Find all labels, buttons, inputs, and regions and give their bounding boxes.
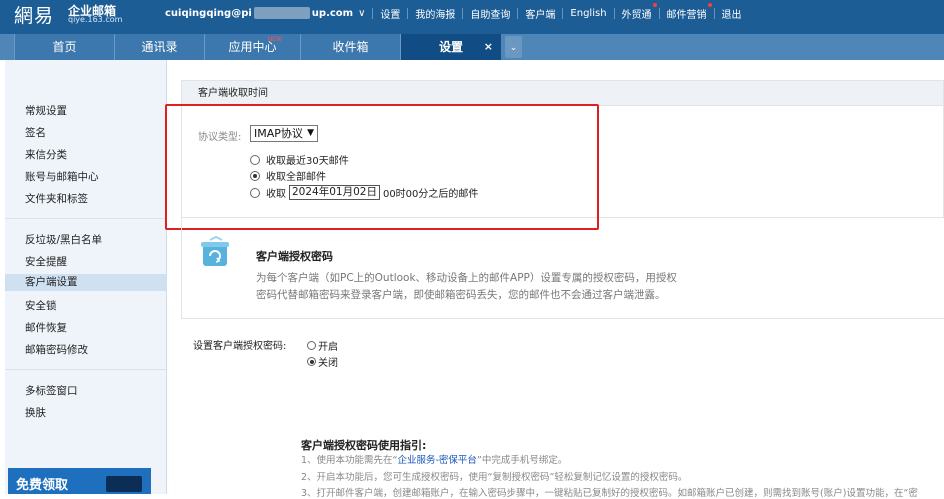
auth-code-title: 客户端授权密码	[256, 250, 333, 263]
highlight-annotation	[165, 104, 599, 230]
nav-client[interactable]: 客户端	[525, 6, 555, 21]
sidebar-item-security-alert[interactable]: 安全提醒	[25, 254, 67, 269]
tab-app-center[interactable]: 应用中心 NEW	[204, 34, 300, 60]
sidebar-item-spam[interactable]: 反垃圾/黑白名单	[25, 232, 102, 247]
sidebar-item-client-settings[interactable]: 客户端设置	[5, 274, 167, 291]
account-email-prefix: cuiqingqing@pi	[165, 7, 252, 19]
nav-foreign-trade-label: 外贸通	[621, 9, 652, 21]
sidebar-item-general[interactable]: 常规设置	[25, 103, 67, 118]
tab-settings[interactable]: 设置 ×	[400, 34, 501, 60]
client-receive-section-title: 客户端收取时间	[181, 80, 944, 106]
tab-home[interactable]: 首页	[14, 34, 114, 60]
recycle-box-icon	[201, 236, 229, 266]
promo-label: 免费领取	[16, 478, 69, 493]
tab-inbox[interactable]: 收件箱	[300, 34, 400, 60]
sidebar-item-password[interactable]: 邮箱密码修改	[25, 342, 88, 357]
radio-icon	[307, 341, 316, 350]
auth-code-on-label: 开启	[318, 342, 338, 353]
sidebar-item-mail-filter[interactable]: 来信分类	[25, 147, 67, 162]
tab-bar: 首页 通讯录 应用中心 NEW 收件箱 设置 ×	[0, 26, 944, 60]
sidebar-item-account-center[interactable]: 账号与邮箱中心	[25, 169, 99, 184]
guide-step-3: 3、打开邮件客户端，创建邮箱账户，在输入密码步骤中，一键粘贴已复制好的授权密码。…	[301, 488, 918, 499]
guide-step-1-pre: 1、使用本功能需先在“	[301, 455, 398, 466]
secure-platform-link[interactable]: 企业服务-密保平台	[397, 455, 476, 466]
nav-logout[interactable]: 退出	[722, 6, 742, 21]
notification-dot	[652, 2, 657, 7]
auth-code-on-option[interactable]: 开启	[307, 338, 338, 353]
notification-dot	[707, 2, 712, 7]
account-email-suffix: up.com	[311, 7, 354, 19]
nav-divider	[613, 7, 615, 19]
radio-checked-icon	[307, 357, 316, 366]
tab-contacts[interactable]: 通讯录	[114, 34, 204, 60]
nav-settings[interactable]: 设置	[380, 6, 400, 21]
nav-email-marketing[interactable]: 邮件营销	[666, 2, 712, 21]
auth-code-desc-line1: 为每个客户端（如PC上的Outlook、移动设备上的邮件APP）设置专属的授权密…	[256, 272, 677, 284]
nav-divider	[713, 7, 715, 19]
nav-divider	[372, 7, 374, 19]
nav-divider	[462, 7, 464, 19]
guide-step-1-post: ”中完成手机号绑定。	[476, 455, 568, 466]
promo-banner[interactable]: 免费领取	[8, 468, 151, 494]
guide-step-2: 2、开启本功能后，您可生成授权密码，使用“复制授权密码”轻松复制记忆设置的授权密…	[301, 472, 688, 483]
sidebar-item-security-lock[interactable]: 安全锁	[25, 298, 57, 313]
nav-divider	[407, 7, 409, 19]
tab-more-dropdown-icon[interactable]: ⌄	[505, 36, 522, 58]
nav-divider	[562, 7, 564, 19]
top-bar: 網易 企业邮箱 qiye.163.com cuiqingqing@pi up.c…	[0, 0, 944, 27]
new-badge: NEW	[267, 36, 282, 43]
logo[interactable]: 網易 企业邮箱 qiye.163.com	[14, 2, 144, 27]
nav-divider	[658, 7, 660, 19]
auth-code-off-label: 关闭	[318, 358, 338, 369]
guide-title: 客户端授权密码使用指引:	[301, 439, 427, 452]
auth-code-off-option[interactable]: 关闭	[307, 354, 338, 369]
auth-code-setting-label: 设置客户端授权密码:	[193, 341, 287, 352]
email-redaction	[253, 7, 310, 19]
nav-self-service[interactable]: 自助查询	[470, 6, 510, 21]
sidebar-item-signature[interactable]: 签名	[25, 125, 46, 140]
close-icon[interactable]: ×	[484, 34, 493, 60]
nav-foreign-trade[interactable]: 外贸通	[621, 2, 657, 21]
nav-my-poster[interactable]: 我的海报	[415, 6, 455, 21]
sidebar-item-skin[interactable]: 换肤	[25, 405, 46, 420]
tab-bar-strip	[0, 26, 944, 34]
promo-image	[106, 476, 142, 492]
tab-settings-label: 设置	[438, 40, 463, 54]
sidebar-divider	[5, 369, 166, 370]
guide-step-1: 1、使用本功能需先在“企业服务-密保平台”中完成手机号绑定。	[301, 452, 567, 466]
sidebar-item-folders[interactable]: 文件夹和标签	[25, 191, 88, 206]
nav-email-marketing-label: 邮件营销	[666, 9, 707, 21]
auth-code-desc-line2: 密码代替邮箱密码来登录客户端，即使邮箱密码丢失，您的邮件也不会通过客户端泄露。	[256, 289, 666, 301]
nav-divider	[517, 7, 519, 19]
sidebar-divider	[5, 218, 166, 219]
nav-english[interactable]: English	[570, 8, 606, 19]
settings-sidebar: 常规设置 签名 来信分类 账号与邮箱中心 文件夹和标签 反垃圾/黑白名单 安全提…	[5, 60, 167, 494]
auth-code-description: 为每个客户端（如PC上的Outlook、移动设备上的邮件APP）设置专属的授权密…	[256, 270, 716, 304]
account-dropdown-icon[interactable]: ∨	[358, 8, 365, 19]
logo-domain: qiye.163.com	[68, 15, 123, 24]
logo-mark: 網易	[14, 5, 55, 27]
sidebar-item-multi-tab[interactable]: 多标签窗口	[25, 383, 78, 398]
top-nav: cuiqingqing@pi up.com ∨ 设置 我的海报 自助查询 客户端…	[165, 2, 742, 21]
sidebar-item-mail-recovery[interactable]: 邮件恢复	[25, 320, 67, 335]
